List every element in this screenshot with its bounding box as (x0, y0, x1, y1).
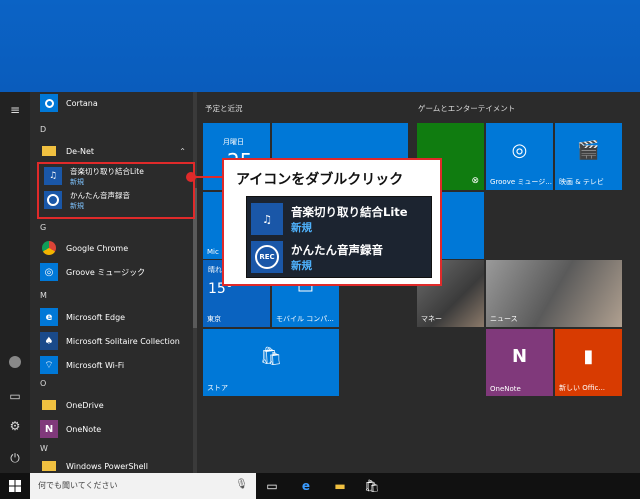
onenote-icon: N (40, 420, 58, 438)
group-title-schedule: 予定と近況 (205, 104, 243, 113)
power-icon[interactable]: ⏻ (7, 450, 23, 466)
app-google-chrome[interactable]: Google Chrome (40, 238, 190, 258)
app-name: OneDrive (66, 400, 104, 410)
annotation-callout: アイコンをダブルクリック ♫ 音楽切り取り結合Lite 新規 REC かんたん音… (222, 158, 442, 286)
app-groove-music[interactable]: ◎ Groove ミュージック (40, 262, 190, 282)
groove-icon: ◎ (40, 263, 58, 281)
store-taskbar-icon[interactable]: 🛍 (356, 473, 388, 499)
annotation-dot (186, 172, 196, 182)
folder-icon (40, 459, 58, 473)
tile-news[interactable]: ニュース (486, 260, 622, 327)
start-rail: ≡ ▭ ⚙ ⏻ (0, 92, 30, 473)
onenote-icon: N (511, 346, 528, 367)
windows-start-icon[interactable] (0, 473, 30, 499)
callout-item-name: かんたん音声録音 (291, 242, 383, 257)
tile-label: Groove ミュージ... (490, 178, 552, 186)
tile-groove[interactable]: ◎ Groove ミュージ... (486, 123, 553, 190)
edge-icon: e (40, 308, 58, 326)
office-icon: ▮ (583, 346, 594, 367)
letter-header-d[interactable]: D (40, 125, 46, 134)
cortana-icon (40, 94, 58, 112)
microphone-icon[interactable]: 🎙 (235, 479, 248, 490)
tile-get-office[interactable]: ▮ 新しい Offic... (555, 329, 622, 396)
app-name: Cortana (66, 98, 98, 108)
taskbar: 何でも聞いてください 🎙 ▭ e ▬ 🛍 (0, 473, 640, 499)
explorer-icon[interactable]: ▭ (7, 388, 23, 404)
app-name: Windows PowerShell (66, 461, 148, 471)
hamburger-icon[interactable]: ≡ (7, 102, 23, 118)
tile-label: ストア (207, 384, 228, 392)
chevron-up-icon: ⌃ (179, 146, 186, 156)
search-placeholder: 何でも聞いてください (38, 481, 118, 490)
app-onedrive[interactable]: OneDrive (40, 395, 190, 415)
callout-item-voice-recorder: REC かんたん音声録音 新規 (251, 239, 429, 275)
letter-header-w[interactable]: W (40, 444, 48, 453)
user-avatar-icon[interactable] (7, 356, 23, 372)
app-solitaire[interactable]: ♠ Microsoft Solitaire Collection (40, 331, 190, 351)
callout-app-box: ♫ 音楽切り取り結合Lite 新規 REC かんたん音声録音 新規 (246, 196, 432, 278)
rec-icon: REC (251, 241, 283, 273)
letter-header-o[interactable]: O (40, 379, 46, 388)
folder-icon (40, 396, 58, 414)
app-name: Groove ミュージック (66, 267, 146, 277)
annotation-highlight (37, 162, 195, 219)
desktop-background (0, 0, 640, 92)
app-name: Microsoft Wi-Fi (66, 360, 125, 370)
tile-store[interactable]: 🛍 ストア (203, 329, 339, 396)
calendar-day: 月曜日 (223, 138, 244, 146)
tile-label: 東京 (207, 315, 221, 323)
tile-label: ニュース (490, 315, 518, 323)
app-cortana[interactable]: Cortana (40, 93, 190, 113)
group-title-entertainment: ゲームとエンターテイメント (418, 104, 516, 113)
app-name: Microsoft Edge (66, 312, 126, 322)
wifi-icon: ⌔ (40, 356, 58, 374)
rec-icon-text: REC (255, 245, 279, 269)
xbox-icon: ⊗ (471, 176, 479, 186)
callout-item-music-cutter: ♫ 音楽切り取り結合Lite 新規 (251, 201, 429, 237)
tile-label: 映画 & テレビ (559, 178, 604, 186)
callout-item-name: 音楽切り取り結合Lite (291, 204, 408, 219)
chrome-icon (40, 239, 58, 257)
tile-movies-tv[interactable]: 🎬 映画 & テレビ (555, 123, 622, 190)
tile-label: OneNote (490, 385, 521, 393)
task-view-icon[interactable]: ▭ (256, 473, 288, 499)
edge-taskbar-icon[interactable]: e (290, 473, 322, 499)
letter-header-g[interactable]: G (40, 223, 46, 232)
app-name: Google Chrome (66, 243, 129, 253)
solitaire-icon: ♠ (40, 332, 58, 350)
tile-label: Mic (207, 248, 219, 256)
clapperboard-icon: 🎬 (577, 140, 600, 161)
weather-condition: 晴れ (208, 266, 222, 274)
tile-label: 新しい Offic... (559, 384, 606, 392)
folder-icon (40, 142, 58, 160)
store-bag-icon: 🛍 (259, 346, 283, 367)
music-cutter-icon: ♫ (251, 203, 283, 235)
letter-header-m[interactable]: M (40, 291, 47, 300)
app-name: De-Net (66, 146, 95, 156)
app-name: OneNote (66, 424, 102, 434)
settings-gear-icon[interactable]: ⚙ (7, 418, 23, 434)
app-wifi[interactable]: ⌔ Microsoft Wi-Fi (40, 355, 190, 375)
tile-label: マネー (421, 315, 442, 323)
app-powershell[interactable]: Windows PowerShell (40, 459, 190, 473)
app-folder-denet[interactable]: De-Net ⌃ (40, 141, 190, 161)
callout-new-badge: 新規 (291, 259, 312, 272)
taskbar-search-box[interactable]: 何でも聞いてください 🎙 (30, 473, 256, 499)
file-explorer-icon[interactable]: ▬ (324, 473, 356, 499)
callout-new-badge: 新規 (291, 221, 312, 234)
callout-title: アイコンをダブルクリック (236, 172, 404, 188)
groove-icon: ◎ (511, 140, 528, 161)
tile-onenote[interactable]: N OneNote (486, 329, 553, 396)
app-onenote[interactable]: N OneNote (40, 419, 190, 439)
tile-label: モバイル コンパ... (276, 315, 334, 323)
app-name: Microsoft Solitaire Collection (66, 336, 180, 346)
app-microsoft-edge[interactable]: e Microsoft Edge (40, 307, 190, 327)
